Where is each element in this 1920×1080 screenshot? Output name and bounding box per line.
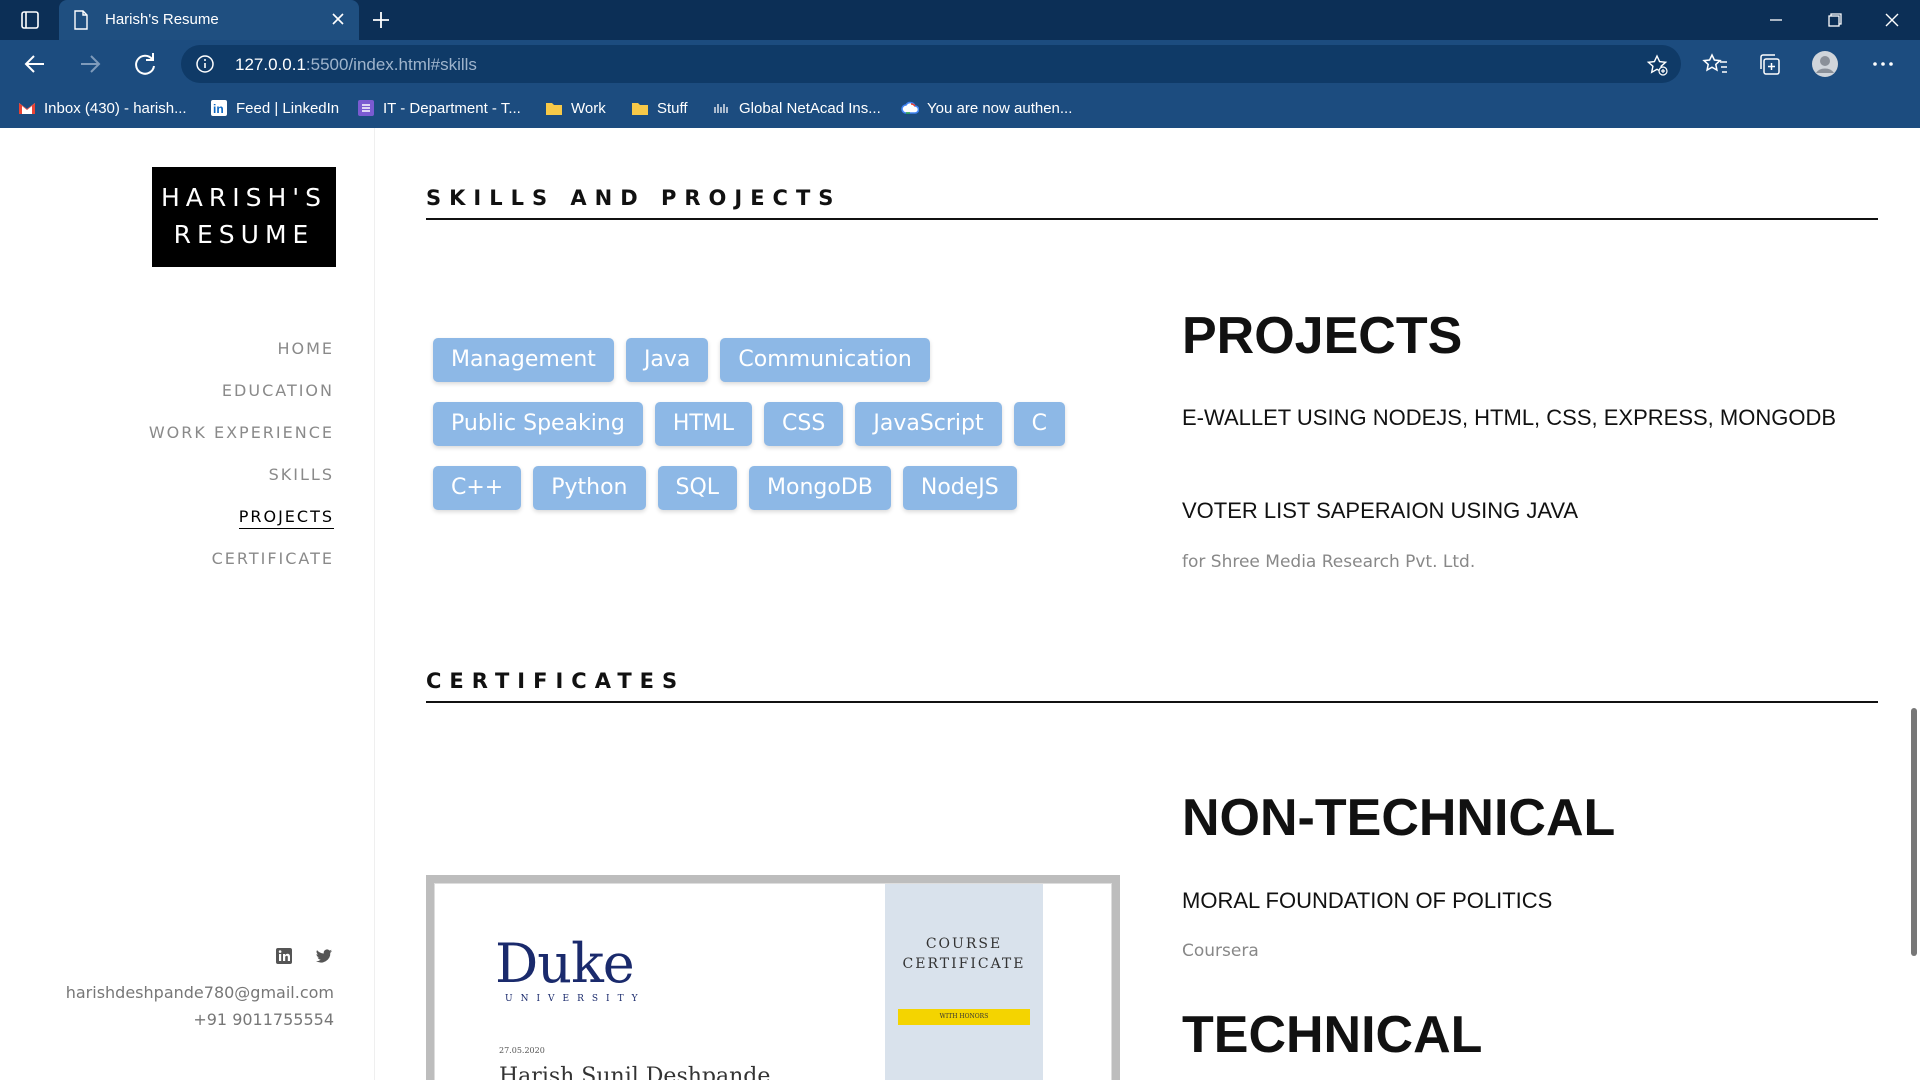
bookmarks-bar: Inbox (430) - harish... in Feed | Linked… [0,88,1920,128]
skill-pill: Management [433,338,614,382]
skill-pill: Python [533,466,646,510]
back-icon[interactable] [20,50,50,78]
skill-pill: HTML [654,402,753,446]
certificate-document: Duke UNIVERSITY 27.05.2020 Harish Sunil … [434,883,1112,1080]
main-content: SKILLS AND PROJECTS Management Java Comm… [375,128,1920,1080]
skill-pill: MongoDB [749,466,891,510]
skill-pill: SQL [657,466,738,510]
certificates-section-heading: CERTIFICATES [426,669,1878,703]
nav-work-experience[interactable]: WORK EXPERIENCE [149,422,334,464]
add-favorite-icon[interactable] [1645,53,1669,77]
address-bar[interactable]: 127.0.0.1:5500/index.html#skills [181,45,1681,83]
certificate-image: Duke UNIVERSITY 27.05.2020 Harish Sunil … [426,875,1120,1080]
skill-pill: Communication [720,338,930,382]
bookmark-authenticated[interactable]: You are now authen... [901,98,1072,118]
nav-home[interactable]: HOME [149,338,334,380]
nav-projects[interactable]: PROJECTS [149,506,334,548]
bookmark-stuff[interactable]: Stuff [631,98,688,118]
skill-pill: JavaScript [855,402,1002,446]
folder-icon [545,99,563,117]
social-links [274,946,334,966]
honors-badge: WITH HONORS [898,1009,1030,1025]
close-window-icon[interactable] [1864,0,1920,40]
site-logo[interactable]: HARISH'S RESUME [152,167,336,267]
skill-pill: C++ [433,466,522,510]
skill-pill: Public Speaking [433,402,643,446]
contact-phone[interactable]: +91 9011755554 [193,1010,334,1029]
projects-title: PROJECTS [1182,307,1463,365]
certificate-date: 27.05.2020 [499,1046,545,1055]
project-title: E-WALLET USING NODEJS, HTML, CSS, EXPRES… [1182,405,1837,430]
contact-email[interactable]: harishdeshpande780@gmail.com [66,983,334,1002]
profile-avatar-icon[interactable] [1810,50,1840,78]
duke-logo: Duke [495,932,635,995]
site-info-icon[interactable] [195,54,215,74]
resume-page: HARISH'S RESUME HOME EDUCATION WORK EXPE… [0,128,1920,1080]
bookmark-netacad[interactable]: Global NetAcad Ins... [713,98,881,118]
skill-pill: CSS [764,402,844,446]
project-subtitle: for Shree Media Research Pvt. Ltd. [1182,552,1476,572]
gmail-icon [18,99,36,117]
certificate-title: MORAL FOUNDATION OF POLITICS [1182,888,1553,913]
non-technical-title: NON-TECHNICAL [1182,789,1616,847]
skill-row: C++ Python SQL MongoDB NodeJS [433,466,1093,510]
minimize-icon[interactable] [1748,0,1804,40]
collections-icon[interactable] [1755,50,1785,78]
skill-pill: C [1013,402,1065,446]
bookmark-linkedin[interactable]: in Feed | LinkedIn [210,98,339,118]
bookmark-it-department[interactable]: IT - Department - T... [357,98,521,118]
new-tab-icon[interactable] [368,8,394,32]
netacad-icon [713,99,731,117]
skills-section-heading: SKILLS AND PROJECTS [426,186,1878,220]
skill-pill: NodeJS [902,466,1017,510]
page-icon [73,10,89,30]
nav-education[interactable]: EDUCATION [149,380,334,422]
duke-university-label: UNIVERSITY [505,994,646,1004]
browser-tab-active[interactable]: Harish's Resume [59,0,359,40]
linkedin-icon[interactable] [274,946,294,966]
course-certificate-label: COURSE CERTIFICATE [902,936,1026,972]
skill-row: Management Java Communication [433,338,1093,382]
skill-row: Public Speaking HTML CSS JavaScript C [433,402,1093,446]
technical-title: TECHNICAL [1182,1006,1483,1064]
list-icon [357,99,375,117]
page-scrollbar[interactable] [1908,128,1920,1080]
certificate-ribbon: COURSE CERTIFICATE WITH HONORS [885,884,1043,1080]
reload-icon[interactable] [130,50,160,78]
svg-text:in: in [213,102,224,116]
favorites-icon[interactable] [1700,50,1730,78]
scrollbar-thumb[interactable] [1911,708,1917,956]
google-cloud-icon [901,99,920,117]
sidebar: HARISH'S RESUME HOME EDUCATION WORK EXPE… [0,128,375,1080]
twitter-icon[interactable] [314,946,334,966]
browser-titlebar: Harish's Resume [0,0,1920,40]
more-options-icon[interactable] [1868,50,1898,78]
close-tab-icon[interactable] [329,10,347,28]
project-title: VOTER LIST SAPERAION USING JAVA [1182,498,1579,523]
skill-pill: Java [625,338,709,382]
forward-icon[interactable] [75,50,105,78]
bookmark-work[interactable]: Work [545,98,606,118]
folder-icon [631,99,649,117]
sidebar-nav: HOME EDUCATION WORK EXPERIENCE SKILLS PR… [149,338,334,590]
linkedin-icon: in [210,99,228,117]
nav-certificate[interactable]: CERTIFICATE [149,548,334,590]
url-text[interactable]: 127.0.0.1:5500/index.html#skills [235,55,477,75]
browser-navbar: 127.0.0.1:5500/index.html#skills [0,40,1920,88]
nav-skills[interactable]: SKILLS [149,464,334,506]
restore-icon[interactable] [1806,0,1862,40]
skills-list: Management Java Communication Public Spe… [433,338,1093,530]
tab-title: Harish's Resume [105,11,219,28]
bookmark-gmail[interactable]: Inbox (430) - harish... [18,98,187,118]
certificate-recipient: Harish Sunil Deshpande [499,1064,771,1080]
certificate-issuer: Coursera [1182,941,1259,961]
tab-actions-icon[interactable] [16,8,44,32]
